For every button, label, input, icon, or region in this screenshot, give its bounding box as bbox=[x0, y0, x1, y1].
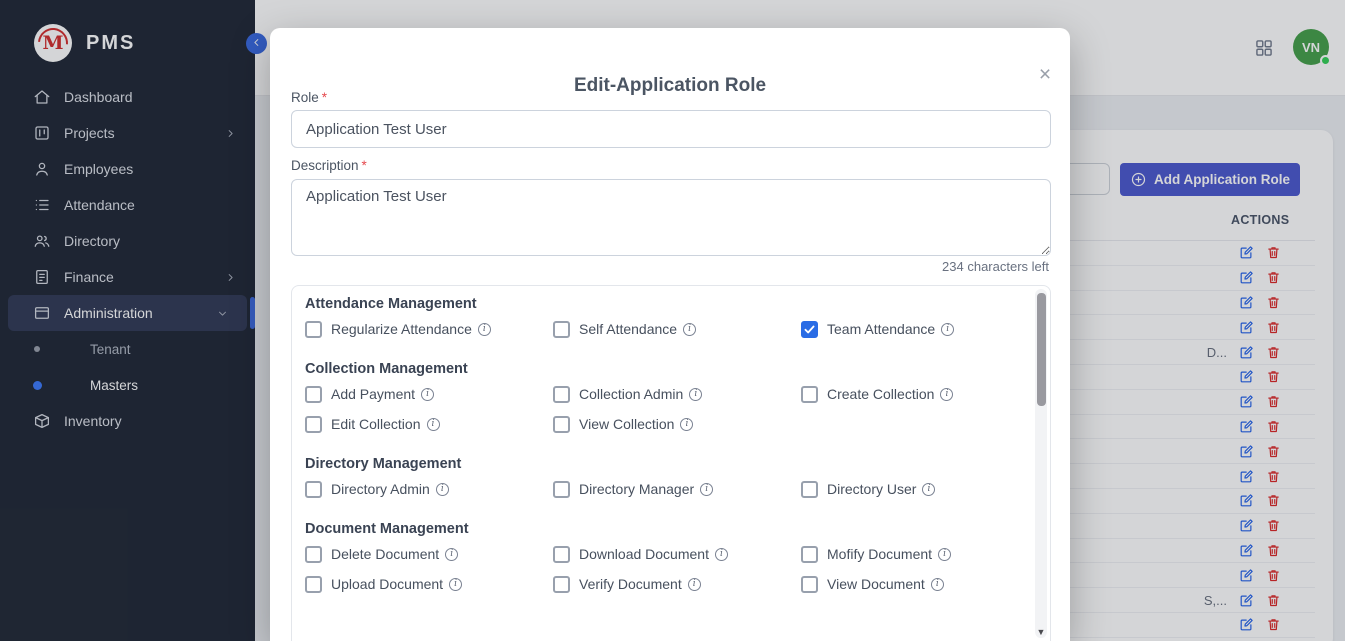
role-input[interactable] bbox=[291, 110, 1051, 148]
required-asterisk: * bbox=[322, 90, 327, 105]
char-counter: 234 characters left bbox=[942, 259, 1049, 274]
info-icon: i bbox=[680, 418, 693, 431]
permission-directory-user[interactable]: Directory User i bbox=[801, 474, 1020, 504]
info-icon: i bbox=[922, 483, 935, 496]
permission-regularize-attendance[interactable]: Regularize Attendance i bbox=[305, 314, 553, 344]
scroll-down-arrow-icon[interactable]: ▼ bbox=[1035, 627, 1047, 637]
permission-self-attendance[interactable]: Self Attendance i bbox=[553, 314, 801, 344]
scrollbar-thumb[interactable] bbox=[1037, 293, 1046, 406]
permission-section-directory-management: Directory Management Directory Admin i D… bbox=[305, 456, 1020, 504]
permission-view-collection[interactable]: View Collection i bbox=[553, 409, 801, 439]
checkbox-verify-document[interactable] bbox=[553, 576, 570, 593]
modal-title: Edit-Application Role bbox=[270, 75, 1070, 97]
info-icon: i bbox=[700, 483, 713, 496]
checkbox-self-attendance[interactable] bbox=[553, 321, 570, 338]
info-icon: i bbox=[449, 578, 462, 591]
edit-application-role-modal: Edit-Application Role × Role* Descriptio… bbox=[270, 28, 1070, 641]
info-icon: i bbox=[715, 548, 728, 561]
checkbox-delete-document[interactable] bbox=[305, 546, 322, 563]
checkbox-collection-admin[interactable] bbox=[553, 386, 570, 403]
description-textarea[interactable]: Application Test User bbox=[291, 179, 1051, 256]
checkbox-mofify-document[interactable] bbox=[801, 546, 818, 563]
permission-section-document-management: Document Management Delete Document i Do… bbox=[305, 521, 1020, 599]
info-icon: i bbox=[683, 323, 696, 336]
permissions-panel: Attendance Management Regularize Attenda… bbox=[291, 285, 1051, 641]
info-icon: i bbox=[688, 578, 701, 591]
role-label: Role* bbox=[291, 90, 327, 105]
section-title: Attendance Management bbox=[305, 296, 1020, 312]
permission-download-document[interactable]: Download Document i bbox=[553, 539, 801, 569]
info-icon: i bbox=[436, 483, 449, 496]
info-icon: i bbox=[938, 548, 951, 561]
close-icon: × bbox=[1039, 63, 1051, 86]
checkbox-view-collection[interactable] bbox=[553, 416, 570, 433]
info-icon: i bbox=[421, 388, 434, 401]
checkbox-directory-admin[interactable] bbox=[305, 481, 322, 498]
permission-view-document[interactable]: View Document i bbox=[801, 569, 1020, 599]
permission-edit-collection[interactable]: Edit Collection i bbox=[305, 409, 553, 439]
permission-collection-admin[interactable]: Collection Admin i bbox=[553, 379, 801, 409]
checkbox-add-payment[interactable] bbox=[305, 386, 322, 403]
checkbox-directory-manager[interactable] bbox=[553, 481, 570, 498]
page: M PMS Dashboard Projects Employees Atten… bbox=[0, 0, 1345, 641]
section-title: Directory Management bbox=[305, 456, 1020, 472]
permissions-list: Attendance Management Regularize Attenda… bbox=[292, 286, 1050, 599]
description-label-text: Description bbox=[291, 158, 359, 173]
permission-directory-manager[interactable]: Directory Manager i bbox=[553, 474, 801, 504]
checkbox-directory-user[interactable] bbox=[801, 481, 818, 498]
info-icon: i bbox=[931, 578, 944, 591]
close-button[interactable]: × bbox=[1032, 61, 1058, 87]
checkbox-download-document[interactable] bbox=[553, 546, 570, 563]
checkbox-create-collection[interactable] bbox=[801, 386, 818, 403]
scrollbar[interactable]: ▼ bbox=[1035, 289, 1047, 638]
permission-section-attendance-management: Attendance Management Regularize Attenda… bbox=[305, 296, 1020, 344]
info-icon: i bbox=[941, 323, 954, 336]
section-title: Document Management bbox=[305, 521, 1020, 537]
permission-section-collection-management: Collection Management Add Payment i Coll… bbox=[305, 361, 1020, 439]
permission-team-attendance[interactable]: Team Attendance i bbox=[801, 314, 1020, 344]
info-icon: i bbox=[427, 418, 440, 431]
info-icon: i bbox=[445, 548, 458, 561]
info-icon: i bbox=[689, 388, 702, 401]
permission-upload-document[interactable]: Upload Document i bbox=[305, 569, 553, 599]
checkbox-upload-document[interactable] bbox=[305, 576, 322, 593]
permission-create-collection[interactable]: Create Collection i bbox=[801, 379, 1020, 409]
permission-add-payment[interactable]: Add Payment i bbox=[305, 379, 553, 409]
permission-delete-document[interactable]: Delete Document i bbox=[305, 539, 553, 569]
permission-mofify-document[interactable]: Mofify Document i bbox=[801, 539, 1020, 569]
description-label: Description* bbox=[291, 158, 367, 173]
permission-directory-admin[interactable]: Directory Admin i bbox=[305, 474, 553, 504]
role-label-text: Role bbox=[291, 90, 319, 105]
checkbox-regularize-attendance[interactable] bbox=[305, 321, 322, 338]
checkbox-edit-collection[interactable] bbox=[305, 416, 322, 433]
info-icon: i bbox=[478, 323, 491, 336]
info-icon: i bbox=[940, 388, 953, 401]
permission-verify-document[interactable]: Verify Document i bbox=[553, 569, 801, 599]
checkbox-team-attendance[interactable] bbox=[801, 321, 818, 338]
section-title: Collection Management bbox=[305, 361, 1020, 377]
required-asterisk: * bbox=[362, 158, 367, 173]
checkbox-view-document[interactable] bbox=[801, 576, 818, 593]
